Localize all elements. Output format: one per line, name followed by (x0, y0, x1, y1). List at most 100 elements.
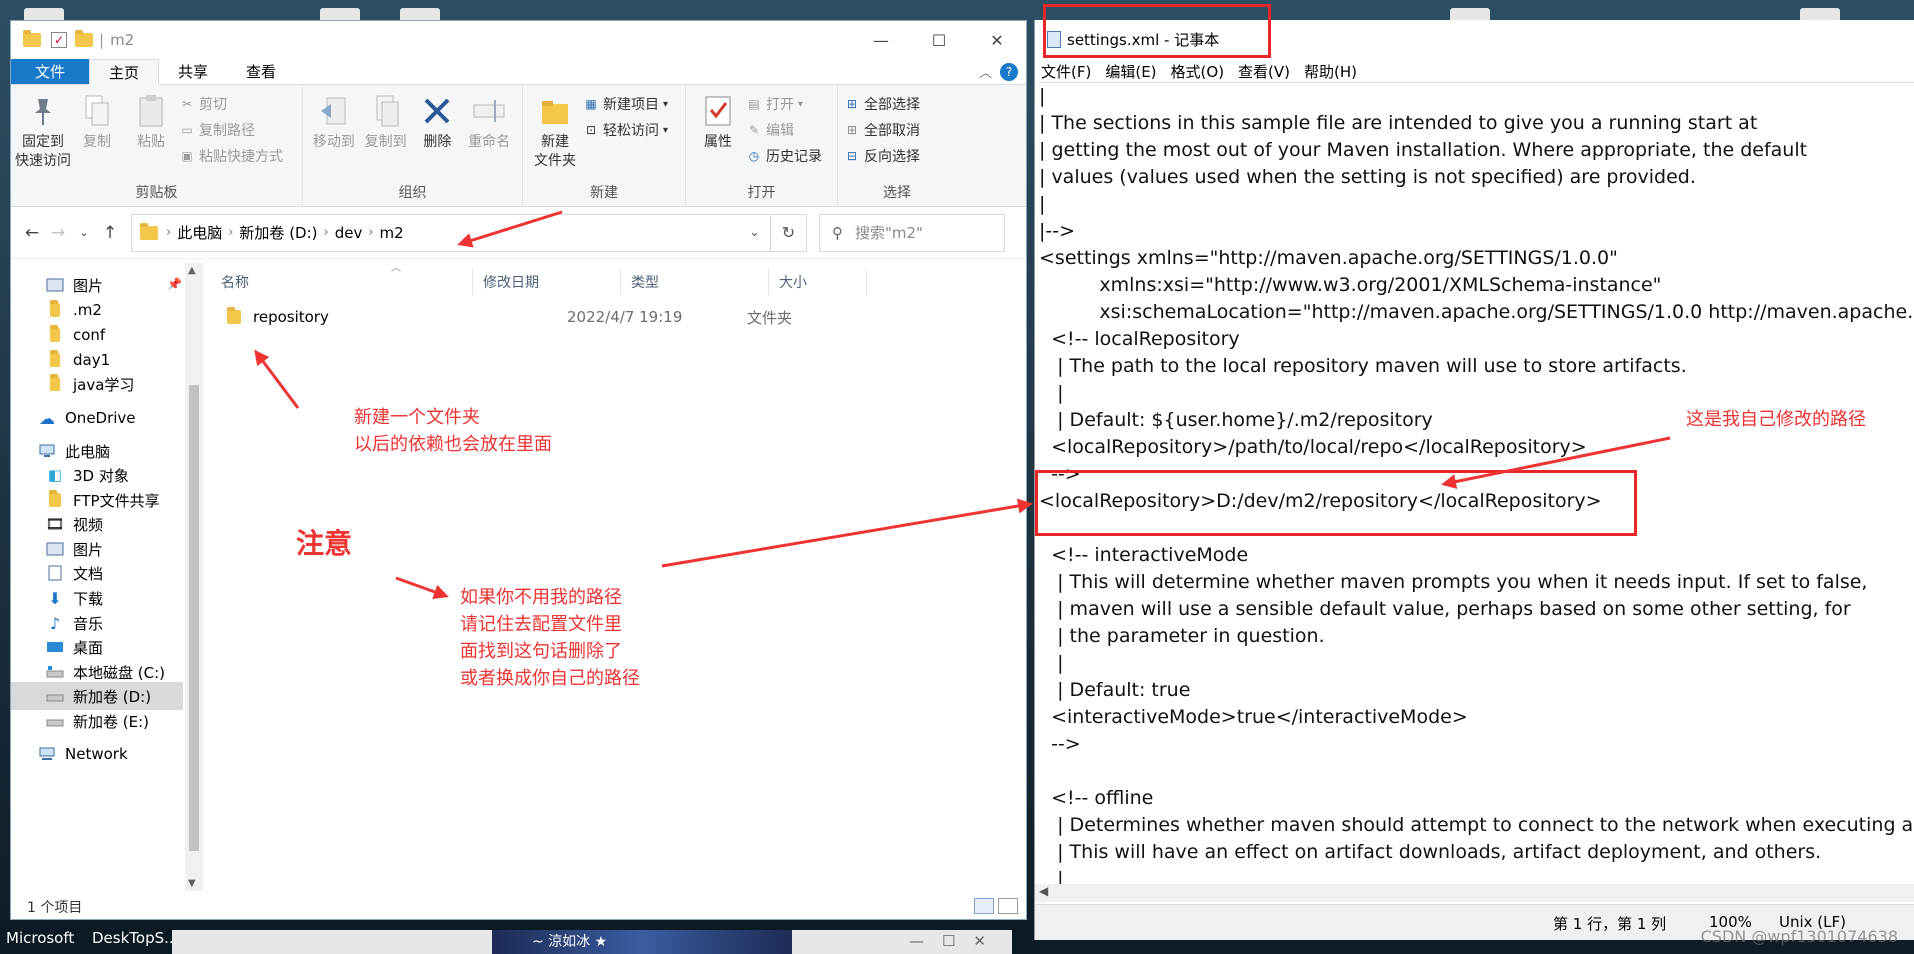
chevron-down-icon[interactable]: ⌄ (749, 225, 760, 240)
nav-item-network[interactable]: Network (37, 740, 128, 768)
nav-item-pictures-quick[interactable]: 图片 (45, 271, 103, 299)
folder-icon (227, 307, 241, 324)
scroll-left-icon[interactable]: ◀ (1039, 884, 1048, 898)
cube-icon: ◧ (47, 466, 63, 484)
window-title: m2 (110, 31, 135, 49)
folder-icon (45, 374, 65, 392)
menu-view[interactable]: 查看(V) (1238, 61, 1290, 82)
folder-icon (45, 350, 65, 368)
minimize-button[interactable]: — (852, 21, 910, 59)
edit-button[interactable]: ✎ 编辑 (746, 117, 822, 143)
address-bar[interactable]: › 此电脑 › 新加卷 (D:) › dev › m2 ⌄ (131, 213, 771, 252)
paste-shortcut-icon: ▣ (181, 149, 193, 163)
copy-path-button[interactable]: ▭ 复制路径 (179, 117, 283, 143)
nav-item-videos[interactable]: 🎞 视频 (45, 510, 103, 538)
cut-button[interactable]: ✂ 剪切 (179, 91, 283, 117)
taskbar-item-microsoft[interactable]: Microsoft (6, 929, 74, 947)
maximize-button[interactable]: ☐ (910, 21, 968, 59)
breadcrumb-drive-d[interactable]: 新加卷 (D:) (233, 222, 323, 243)
text-line: --> (1039, 733, 1081, 755)
history-button[interactable]: ◷ 历史记录 (746, 143, 822, 169)
tab-share[interactable]: 共享 (159, 59, 227, 84)
menu-file[interactable]: 文件(F) (1041, 61, 1091, 82)
tab-home[interactable]: 主页 (89, 59, 160, 85)
nav-item-desktop[interactable]: 桌面 (45, 633, 103, 661)
status-bar: 1 个项目 (11, 895, 1026, 919)
collapse-ribbon-icon[interactable]: ︿ (979, 62, 992, 81)
file-list: ︿ 名称 修改日期 类型 大小 repository 2022/4/7 19:1… (211, 259, 1028, 899)
background-window-controls[interactable]: —☐✕ (909, 932, 1004, 950)
path-note: 如果你不用我的路径 请记住去配置文件里 面找到这句话删除了 或者换成你自己的路径 (460, 587, 640, 689)
navigation-pane: 图片 📌 .m2 conf day1 java学习 ☁ OneDrive 此电脑 … (11, 259, 203, 899)
nav-scrollbar[interactable]: ▲ ▼ (185, 263, 203, 891)
nav-item-drive-d[interactable]: 新加卷 (D:) (11, 682, 183, 710)
network-folder-icon (45, 490, 65, 508)
forward-arrow-icon[interactable]: → (45, 223, 71, 243)
nav-item-drive-e[interactable]: 新加卷 (E:) (45, 707, 149, 735)
details-view-icon[interactable] (974, 898, 994, 914)
column-header-size[interactable]: 大小 (769, 269, 867, 295)
quick-access-dropdown-icon[interactable]: | (99, 31, 104, 49)
delete-x-icon (420, 93, 454, 129)
new-item-button[interactable]: ▦ 新建项目 ▾ (583, 91, 668, 117)
new-folder-icon (538, 93, 572, 129)
menu-edit[interactable]: 编辑(E) (1105, 61, 1156, 82)
edit-icon: ✎ (748, 123, 760, 137)
game-banner[interactable]: ~ 涼如冰 ★ (492, 930, 792, 954)
move-to-icon (317, 93, 351, 129)
file-type: 文件夹 (747, 308, 793, 327)
large-icons-view-icon[interactable] (998, 898, 1018, 914)
menu-format[interactable]: 格式(O) (1171, 61, 1225, 82)
paste-shortcut-button[interactable]: ▣ 粘贴快捷方式 (179, 143, 283, 169)
video-icon: 🎞 (45, 515, 65, 533)
horizontal-scrollbar[interactable]: ◀ (1035, 884, 1914, 902)
drive-icon (45, 713, 65, 729)
rename-icon (472, 93, 506, 129)
breadcrumb-this-pc[interactable]: 此电脑 (171, 222, 228, 243)
tab-view[interactable]: 查看 (227, 59, 295, 84)
nav-item-documents[interactable]: 文档 (45, 559, 103, 587)
recent-locations-icon[interactable]: ⌄ (71, 226, 97, 239)
explorer-title-bar[interactable]: ✓ | m2 — ☐ ✕ (11, 21, 1026, 59)
close-button[interactable]: ✕ (968, 21, 1026, 59)
back-arrow-icon[interactable]: ← (19, 223, 45, 243)
path-highlight-box (1035, 470, 1637, 536)
breadcrumb-dev[interactable]: dev (329, 224, 369, 242)
nav-item-m2[interactable]: .m2 (45, 296, 102, 324)
new-folder-note: 新建一个文件夹 以后的依赖也会放在里面 (354, 407, 552, 455)
scroll-up-icon[interactable]: ▲ (188, 265, 196, 276)
menu-help[interactable]: 帮助(H) (1304, 61, 1357, 82)
menu-bar: 文件(F) 编辑(E) 格式(O) 查看(V) 帮助(H) (1035, 58, 1914, 84)
nav-item-onedrive[interactable]: ☁ OneDrive (37, 404, 136, 432)
column-header-name[interactable]: 名称 (211, 269, 473, 295)
nav-item-conf[interactable]: conf (45, 321, 105, 349)
taskbar-item-desktops[interactable]: DeskTopS... (92, 929, 178, 947)
table-row[interactable]: repository 2022/4/7 19:19 文件夹 (227, 303, 792, 331)
nav-item-downloads[interactable]: ⬇ 下载 (45, 584, 103, 612)
up-arrow-icon[interactable]: ↑ (97, 223, 123, 243)
new-folder-quick-icon[interactable] (75, 30, 93, 47)
text-line: | Default: true (1039, 679, 1191, 701)
tab-file[interactable]: 文件 (11, 59, 90, 84)
column-header-type[interactable]: 类型 (621, 269, 769, 295)
select-none-button[interactable]: ⊞ 全部取消 (844, 117, 920, 143)
open-button[interactable]: ▤ 打开 ▾ (746, 91, 822, 117)
text-line: | Determines whether maven should attemp… (1039, 814, 1914, 836)
select-all-button[interactable]: ⊞ 全部选择 (844, 91, 920, 117)
copy-to-icon (369, 93, 403, 129)
scroll-down-icon[interactable]: ▼ (188, 878, 196, 889)
text-line: |--> (1039, 220, 1076, 242)
text-line: | values (values used when the setting i… (1039, 166, 1696, 188)
refresh-icon[interactable]: ↻ (771, 213, 807, 252)
column-header-date[interactable]: 修改日期 (473, 269, 621, 295)
nav-item-java-study[interactable]: java学习 (45, 370, 134, 398)
properties-quick-icon[interactable]: ✓ (51, 32, 67, 48)
scrollbar-thumb[interactable] (189, 385, 199, 851)
easy-access-button[interactable]: ⊡ 轻松访问 ▾ (583, 117, 668, 143)
nav-item-3d-objects[interactable]: ◧ 3D 对象 (45, 461, 129, 489)
invert-selection-button[interactable]: ⊟ 反向选择 (844, 143, 920, 169)
help-icon[interactable]: ? (1000, 63, 1018, 81)
pin-icon[interactable]: 📌 (167, 277, 182, 291)
breadcrumb-m2[interactable]: m2 (374, 224, 410, 242)
search-input[interactable]: ⚲ 搜索"m2" (819, 213, 1005, 252)
